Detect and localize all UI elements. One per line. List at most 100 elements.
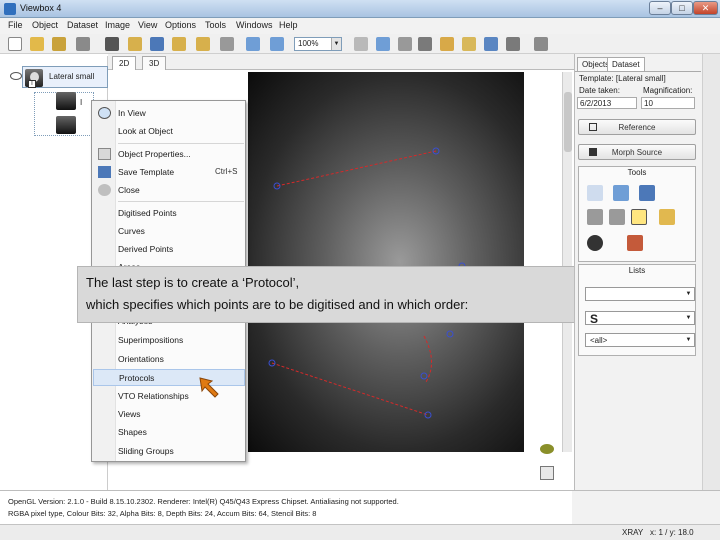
menu-image[interactable]: Image — [105, 20, 130, 30]
reference-button-label: Reference — [618, 123, 656, 132]
menu-object[interactable]: Object — [32, 20, 58, 30]
list-select-1[interactable]: ▼ — [585, 287, 695, 301]
tab-2d[interactable]: 2D — [112, 56, 137, 70]
move-tool-icon[interactable] — [613, 185, 629, 201]
menu-item-label: Superimpositions — [118, 335, 184, 345]
menu-item-curves[interactable]: Curves — [93, 223, 245, 240]
menu-item-views[interactable]: Views — [93, 406, 245, 423]
minimize-button[interactable]: – — [649, 1, 671, 15]
fit-tool-icon[interactable] — [418, 37, 432, 51]
maximize-button[interactable]: □ — [671, 1, 693, 15]
menu-item-sliding-groups[interactable]: Sliding Groups — [93, 443, 245, 460]
undo-tool-icon[interactable] — [587, 209, 603, 225]
arrow-tool-icon[interactable] — [376, 37, 390, 51]
tab-divider — [575, 71, 701, 72]
menu-item-superimpositions[interactable]: Superimpositions — [93, 332, 245, 349]
menu-item-save-template[interactable]: Save Template Ctrl+S — [93, 164, 245, 181]
menu-item-label: Orientations — [118, 354, 164, 364]
redo-icon[interactable] — [270, 37, 284, 51]
measure-icon[interactable] — [484, 37, 498, 51]
menu-item-label: Look at Object — [118, 126, 173, 136]
new-icon[interactable] — [8, 37, 22, 51]
menu-file[interactable]: File — [8, 20, 23, 30]
menu-item-shapes[interactable]: Shapes — [93, 424, 245, 441]
console-output: OpenGL Version: 2.1.0 - Build 8.15.10.23… — [0, 490, 572, 524]
chevron-down-icon[interactable]: ▼ — [684, 313, 693, 323]
landmark-point — [420, 372, 428, 380]
crosshair-icon[interactable] — [506, 37, 520, 51]
digitise-tool-icon[interactable] — [631, 209, 647, 225]
list-select-3[interactable]: <all> ▼ — [585, 333, 695, 347]
menu-view[interactable]: View — [138, 20, 157, 30]
date-field[interactable]: 6/2/2013 — [577, 97, 637, 109]
menu-item-in-view[interactable]: In View — [93, 105, 245, 122]
scale-tool-icon[interactable] — [639, 185, 655, 201]
magnification-label: Magnification: — [643, 86, 693, 95]
print-icon[interactable] — [76, 37, 90, 51]
menu-item-label: Protocols — [119, 373, 155, 383]
panel-scrollbar[interactable] — [702, 54, 720, 490]
image-icon[interactable] — [105, 37, 119, 51]
print-preview-icon[interactable] — [220, 37, 234, 51]
ruler-icon[interactable] — [462, 37, 476, 51]
zoom-select[interactable]: 100% ▼ — [294, 37, 342, 51]
menu-item-derived-points[interactable]: Derived Points — [93, 241, 245, 258]
chevron-down-icon[interactable]: ▼ — [684, 289, 693, 299]
label-tool-icon[interactable] — [659, 209, 675, 225]
image-vertical-scrollbar[interactable] — [562, 72, 572, 452]
menu-item-object-properties[interactable]: Object Properties... — [93, 146, 245, 163]
close-button[interactable]: ✕ — [693, 1, 718, 15]
import-icon[interactable] — [172, 37, 186, 51]
menu-item-vto-relationships[interactable]: VTO Relationships — [93, 388, 245, 405]
menu-windows[interactable]: Windows — [236, 20, 273, 30]
bug-icon[interactable] — [540, 444, 554, 454]
measure-tool-icon[interactable] — [627, 235, 643, 251]
menu-dataset[interactable]: Dataset — [67, 20, 98, 30]
save-icon — [98, 166, 111, 178]
rectangle-tool-icon[interactable] — [398, 37, 412, 51]
menu-item-label: Curves — [118, 226, 145, 236]
tab-dataset[interactable]: Dataset — [607, 57, 645, 71]
menu-item-orientations[interactable]: Orientations — [93, 351, 245, 368]
reference-button[interactable]: Reference — [578, 119, 696, 135]
open-folder-icon[interactable] — [30, 37, 44, 51]
window-title: Viewbox 4 — [20, 3, 62, 13]
settings-icon[interactable] — [534, 37, 548, 51]
list-select-2[interactable]: S ▼ — [585, 311, 695, 326]
menu-item-look-at-object[interactable]: Look at Object — [93, 123, 245, 140]
morph-source-button[interactable]: Morph Source — [578, 144, 696, 160]
menu-item-close[interactable]: Close — [93, 182, 245, 199]
hand-tool-icon[interactable] — [440, 37, 454, 51]
redo-tool-icon[interactable] — [609, 209, 625, 225]
folder-icon[interactable] — [128, 37, 142, 51]
chevron-down-icon[interactable]: ▼ — [331, 38, 341, 50]
list-select-3-value: <all> — [590, 336, 608, 345]
menu-item-protocols[interactable]: Protocols — [93, 369, 245, 386]
menu-options[interactable]: Options — [165, 20, 196, 30]
tab-3d[interactable]: 3D — [142, 56, 167, 70]
menu-separator — [118, 201, 244, 202]
pointer-tool-icon[interactable] — [587, 185, 603, 201]
chevron-down-icon[interactable]: ▼ — [684, 335, 693, 345]
arrow-pointer-icon — [199, 377, 219, 398]
open-dataset-icon[interactable] — [52, 37, 66, 51]
select-tool-icon[interactable] — [354, 37, 368, 51]
view-tool-icon[interactable] — [587, 235, 603, 251]
child-thumbnail-1-icon[interactable] — [56, 92, 76, 110]
scrollbar-thumb[interactable] — [564, 92, 572, 152]
visibility-eye-icon[interactable] — [10, 72, 22, 80]
console-scrollbar[interactable] — [572, 490, 720, 524]
export-icon[interactable] — [196, 37, 210, 51]
tools-title: Tools — [627, 168, 647, 177]
magnification-field[interactable]: 10 — [641, 97, 695, 109]
save-icon[interactable] — [150, 37, 164, 51]
undo-icon[interactable] — [246, 37, 260, 51]
menu-tools[interactable]: Tools — [205, 20, 226, 30]
child-thumbnail-2-icon[interactable] — [56, 116, 76, 134]
console-line-1: OpenGL Version: 2.1.0 - Build 8.15.10.23… — [8, 497, 399, 506]
date-label: Date taken: — [579, 86, 620, 95]
menu-help[interactable]: Help — [279, 20, 298, 30]
list-select-2-value: S — [590, 312, 599, 326]
menu-item-digitised-points[interactable]: Digitised Points — [93, 205, 245, 222]
grid-icon[interactable] — [540, 466, 554, 480]
